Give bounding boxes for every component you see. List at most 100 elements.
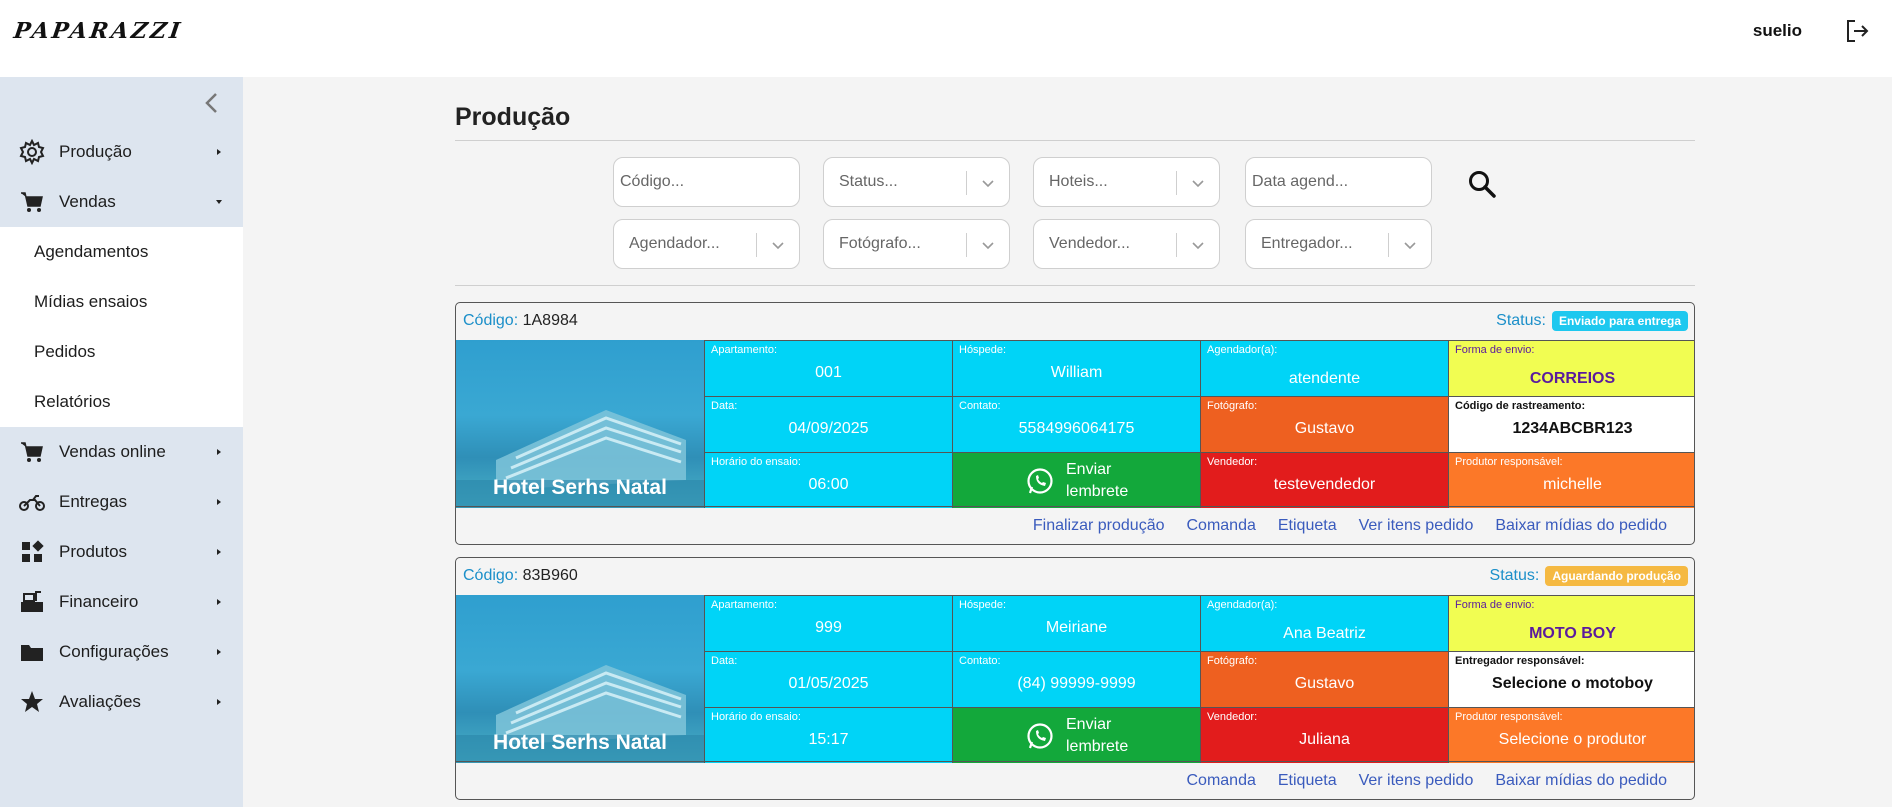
apartamento-cell: Apartamento: 999: [704, 595, 952, 651]
cell-label: Vendedor:: [1207, 456, 1258, 468]
finalizar-producao-link[interactable]: Finalizar produção: [1033, 517, 1165, 535]
baixar-midias-link[interactable]: Baixar mídias do pedido: [1495, 772, 1667, 790]
ver-itens-pedido-link[interactable]: Ver itens pedido: [1359, 517, 1474, 535]
forma-envio-cell: Forma de envio: CORREIOS: [1448, 340, 1694, 396]
sidebar-item-financeiro[interactable]: Financeiro: [0, 577, 243, 627]
search-icon: [1469, 171, 1496, 198]
produtor-cell[interactable]: Produtor responsável: Selecione o produt…: [1448, 707, 1694, 763]
motorcycle-icon: [19, 495, 45, 511]
logout-icon[interactable]: [1844, 18, 1870, 44]
cell-value: 04/09/2025: [788, 420, 869, 437]
vendedor-placeholder: Vendedor...: [1049, 235, 1130, 252]
sidebar-subitem-relatorios[interactable]: Relatórios: [34, 392, 111, 412]
cell-value: 06:00: [808, 476, 849, 493]
cell-label: Código de rastreamento:: [1455, 400, 1586, 412]
etiqueta-link[interactable]: Etiqueta: [1278, 772, 1337, 790]
cell-label: Agendador(a):: [1207, 599, 1278, 611]
hotel-name: Hotel Serhs Natal: [493, 731, 667, 754]
fotografo-select[interactable]: Fotógrafo...: [823, 219, 1010, 269]
agendador-cell: Agendador(a): atendente: [1200, 340, 1448, 396]
status-badge: Aguardando produção: [1545, 566, 1688, 586]
status-label: Status:: [1489, 567, 1540, 584]
order-card: Código: 1A8984 Status: Enviado para entr…: [455, 302, 1695, 545]
status-badge: Enviado para entrega: [1551, 311, 1688, 331]
sidebar-item-configuracoes[interactable]: Configurações: [0, 627, 243, 677]
cell-label: Produtor responsável:: [1455, 711, 1563, 723]
entregador-select[interactable]: Entregador...: [1245, 219, 1432, 269]
select-separator: [966, 171, 967, 195]
cell-value: testevendedor: [1273, 476, 1376, 493]
entregador-cell[interactable]: Entregador responsável: Selecione o moto…: [1448, 651, 1694, 707]
contato-cell: Contato: (84) 99999-9999: [952, 651, 1200, 707]
cell-label: Contato:: [959, 400, 1001, 412]
order-actions: Comanda Etiqueta Ver itens pedido Baixar…: [456, 761, 1694, 799]
sidebar-subitem-agendamentos[interactable]: Agendamentos: [34, 242, 148, 262]
status-select[interactable]: Status...: [823, 157, 1010, 207]
data-agendamento-input[interactable]: Data agend...: [1245, 157, 1432, 207]
enviar-lembrete-button[interactable]: Enviar lembrete: [952, 452, 1200, 508]
order-header: Código: 1A8984 Status: Enviado para entr…: [456, 303, 1694, 340]
cell-label: Data:: [711, 400, 738, 412]
chevron-down-icon: [1192, 180, 1204, 188]
vendedor-select[interactable]: Vendedor...: [1033, 219, 1220, 269]
sidebar-item-avaliacoes[interactable]: Avaliações: [0, 677, 243, 727]
cell-value: 001: [815, 364, 842, 381]
etiqueta-link[interactable]: Etiqueta: [1278, 517, 1337, 535]
sidebar-item-producao[interactable]: Produção: [0, 127, 243, 177]
cell-value: Ana Beatriz: [1283, 625, 1366, 642]
sidebar-subitem-midias-ensaios[interactable]: Mídias ensaios: [34, 292, 147, 312]
cell-value: Juliana: [1299, 731, 1350, 748]
baixar-midias-link[interactable]: Baixar mídias do pedido: [1495, 517, 1667, 535]
lembrete-line-2: lembrete: [1066, 483, 1129, 500]
cell-value: 15:17: [808, 731, 849, 748]
lembrete-line-1: Enviar: [1066, 716, 1112, 733]
order-code-value: 1A8984: [522, 312, 578, 329]
comanda-link[interactable]: Comanda: [1187, 517, 1256, 535]
cell-label: Entregador responsável:: [1455, 655, 1585, 667]
lembrete-line-2: lembrete: [1066, 738, 1129, 755]
chevron-down-icon: [216, 200, 222, 204]
search-button[interactable]: [1455, 160, 1509, 208]
chevron-left-icon[interactable]: [202, 92, 222, 114]
codigo-input[interactable]: Código...: [613, 157, 800, 207]
sidebar-item-label: Produtos: [59, 542, 128, 561]
sidebar-item-label: Avaliações: [59, 692, 141, 711]
top-bar: PAPARAZZI suelio: [0, 0, 1892, 77]
cell-value: 01/05/2025: [788, 675, 869, 692]
user-name[interactable]: suelio: [1753, 21, 1802, 41]
select-separator: [966, 233, 967, 257]
sidebar-item-vendas-online[interactable]: Vendas online: [0, 427, 243, 477]
sidebar-item-vendas[interactable]: Vendas: [0, 177, 243, 227]
sidebar-item-produtos[interactable]: Produtos: [0, 527, 243, 577]
codigo-placeholder: Código...: [620, 173, 685, 190]
agendador-select[interactable]: Agendador...: [613, 219, 800, 269]
sidebar-item-label: Configurações: [59, 642, 169, 661]
order-status: Status: Enviado para entrega: [1496, 311, 1688, 331]
produtor-cell: Produtor responsável: michelle: [1448, 452, 1694, 508]
sidebar-item-entregas[interactable]: Entregas: [0, 477, 243, 527]
cell-value: MOTO BOY: [1529, 625, 1616, 642]
ver-itens-pedido-link[interactable]: Ver itens pedido: [1359, 772, 1474, 790]
forma-envio-cell: Forma de envio: MOTO BOY: [1448, 595, 1694, 651]
sidebar: Produção Vendas Agendamentos Mídias ensa…: [0, 77, 243, 807]
vendedor-cell: Vendedor: testevendedor: [1200, 452, 1448, 508]
cell-label: Vendedor:: [1207, 711, 1258, 723]
entregador-placeholder: Entregador...: [1261, 235, 1353, 252]
cell-label: Horário do ensaio:: [711, 711, 801, 723]
enviar-lembrete-button[interactable]: Enviar lembrete: [952, 707, 1200, 763]
cell-label: Produtor responsável:: [1455, 456, 1563, 468]
status-placeholder: Status...: [839, 173, 898, 190]
order-code: Código: 83B960: [463, 567, 578, 585]
agendador-cell: Agendador(a): Ana Beatriz: [1200, 595, 1448, 651]
horario-cell: Horário do ensaio: 15:17: [704, 707, 952, 763]
select-separator: [1176, 233, 1177, 257]
comanda-link[interactable]: Comanda: [1187, 772, 1256, 790]
chevron-right-icon: [217, 599, 221, 605]
order-actions: Finalizar produção Comanda Etiqueta Ver …: [456, 506, 1694, 544]
cell-label: Hóspede:: [959, 344, 1007, 356]
vendas-submenu: Agendamentos Mídias ensaios Pedidos Rela…: [0, 227, 243, 427]
sidebar-subitem-pedidos[interactable]: Pedidos: [34, 342, 95, 362]
hoteis-select[interactable]: Hoteis...: [1033, 157, 1220, 207]
cell-label: Data:: [711, 655, 738, 667]
cell-value: michelle: [1543, 476, 1602, 493]
